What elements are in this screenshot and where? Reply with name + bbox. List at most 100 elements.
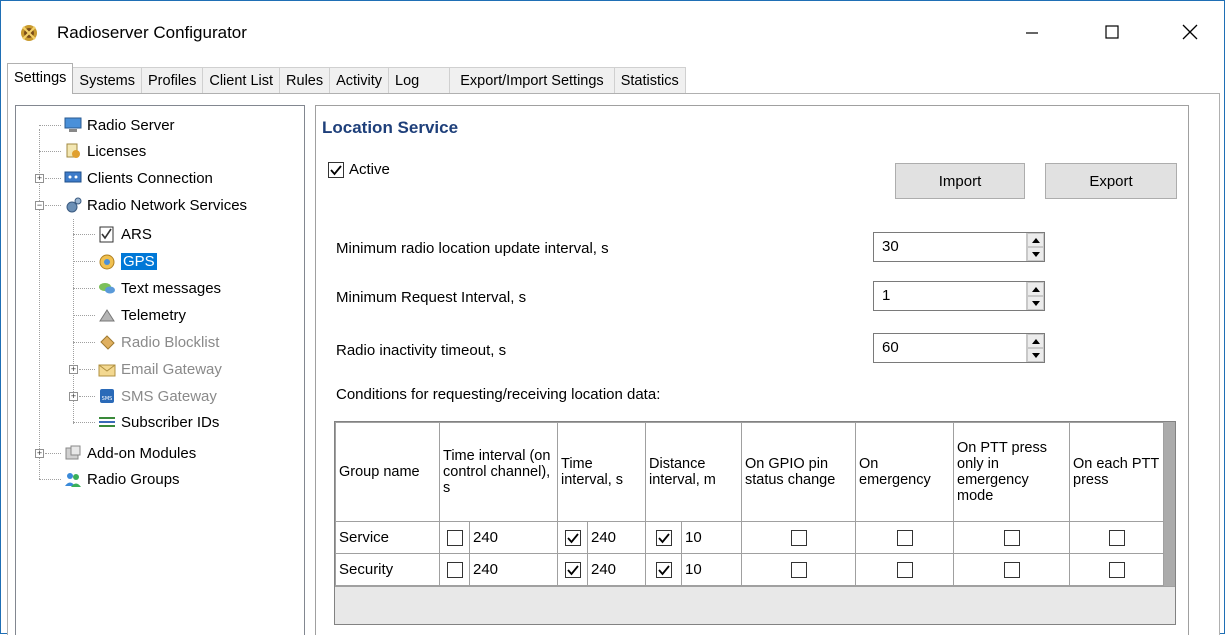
checkbox-unchecked[interactable] — [1003, 562, 1020, 579]
tree-item-licenses[interactable]: Licenses — [63, 140, 146, 162]
increment-button[interactable] — [1027, 334, 1044, 348]
subscriber-list-icon — [99, 417, 115, 427]
radio-inactivity-timeout-stepper[interactable]: 60 — [873, 333, 1045, 363]
tab-rules[interactable]: Rules — [279, 67, 331, 94]
cell-cc-value[interactable]: 240 — [469, 521, 558, 554]
min-request-interval-stepper[interactable]: 1 — [873, 281, 1045, 311]
table-row[interactable]: Security 240 240 10 — [335, 553, 1164, 586]
tree-line — [73, 315, 95, 316]
cell-di-check[interactable] — [645, 553, 682, 586]
checkbox-unchecked[interactable] — [1108, 530, 1125, 547]
stepper-value[interactable]: 30 — [882, 238, 899, 255]
checkbox-checked[interactable] — [564, 530, 581, 547]
col-header-on-emergency[interactable]: On emergency — [855, 422, 954, 522]
tab-statistics[interactable]: Statistics — [613, 67, 686, 94]
col-header-group-name[interactable]: Group name — [335, 422, 440, 522]
cell-di-value[interactable]: 10 — [681, 521, 742, 554]
checkbox-checked[interactable] — [655, 562, 672, 579]
expand-add-on-modules[interactable]: + — [35, 449, 44, 458]
cell-ptt-each[interactable] — [1069, 521, 1164, 554]
cell-ti-check[interactable] — [557, 521, 588, 554]
cell-di-check[interactable] — [645, 521, 682, 554]
tab-client-list[interactable]: Client List — [202, 67, 281, 94]
expand-email-gateway[interactable]: + — [69, 365, 78, 374]
stepper-value[interactable]: 60 — [882, 339, 899, 356]
cell-emergency[interactable] — [855, 521, 954, 554]
col-header-distance-interval[interactable]: Distance interval, m — [645, 422, 742, 522]
tree-item-gps[interactable]: GPS — [97, 250, 158, 272]
maximize-button[interactable] — [1085, 11, 1139, 53]
decrement-button[interactable] — [1027, 348, 1044, 362]
stepper-arrows — [1026, 233, 1044, 261]
license-key-icon — [66, 143, 80, 158]
increment-button[interactable] — [1027, 233, 1044, 247]
tree-item-add-on-modules[interactable]: Add-on Modules — [63, 442, 196, 464]
checkbox-unchecked[interactable] — [1108, 562, 1125, 579]
decrement-button[interactable] — [1027, 247, 1044, 261]
cell-ptt-emergency[interactable] — [953, 553, 1070, 586]
tab-export-import-settings[interactable]: Export/Import Settings — [449, 67, 615, 94]
cell-cc-check[interactable] — [439, 521, 470, 554]
checkbox-checked[interactable] — [655, 530, 672, 547]
minimize-button[interactable] — [1005, 11, 1059, 53]
checkbox-unchecked[interactable] — [896, 562, 913, 579]
tab-systems[interactable]: Systems — [72, 67, 142, 94]
import-button[interactable]: Import — [895, 163, 1025, 199]
checkbox-unchecked[interactable] — [1003, 530, 1020, 547]
expand-clients-connection[interactable]: + — [35, 174, 44, 183]
cell-emergency[interactable] — [855, 553, 954, 586]
checkbox-unchecked[interactable] — [896, 530, 913, 547]
table-row[interactable]: Service 240 240 10 — [335, 521, 1164, 554]
tree-item-sms-gateway[interactable]: SMS SMS Gateway — [97, 385, 217, 407]
tree-item-label: GPS — [120, 251, 158, 271]
tab-settings[interactable]: Settings — [7, 63, 74, 94]
tree-item-radio-groups[interactable]: Radio Groups — [63, 468, 180, 490]
tab-activity[interactable]: Activity — [329, 67, 390, 94]
cell-group-name[interactable]: Security — [335, 553, 440, 586]
cell-group-name[interactable]: Service — [335, 521, 440, 554]
cell-cc-check[interactable] — [439, 553, 470, 586]
cell-ptt-emergency[interactable] — [953, 521, 1070, 554]
checkbox-unchecked[interactable] — [790, 562, 807, 579]
tree-item-radio-server[interactable]: Radio Server — [63, 114, 175, 136]
tab-profiles[interactable]: Profiles — [141, 67, 204, 94]
tree-item-telemetry[interactable]: Telemetry — [97, 304, 186, 326]
cell-gpio[interactable] — [741, 521, 856, 554]
tab-log[interactable]: Log — [388, 67, 451, 94]
tree-item-email-gateway[interactable]: Email Gateway — [97, 358, 222, 380]
close-button[interactable] — [1163, 11, 1217, 53]
cell-ti-check[interactable] — [557, 553, 588, 586]
checkbox-unchecked[interactable] — [446, 562, 463, 579]
col-header-time-interval-control-channel[interactable]: Time interval (on control channel), s — [439, 422, 558, 522]
tree-item-radio-blocklist[interactable]: Radio Blocklist — [97, 331, 219, 353]
tree-item-text-messages[interactable]: Text messages — [97, 277, 221, 299]
cell-ptt-each[interactable] — [1069, 553, 1164, 586]
col-header-time-interval[interactable]: Time interval, s — [557, 422, 646, 522]
cell-gpio[interactable] — [741, 553, 856, 586]
modules-icon — [65, 445, 81, 460]
increment-button[interactable] — [1027, 282, 1044, 296]
col-header-each-ptt[interactable]: On each PTT press — [1069, 422, 1164, 522]
tree-item-radio-network-services[interactable]: Radio Network Services — [63, 194, 247, 216]
cell-di-value[interactable]: 10 — [681, 553, 742, 586]
table-header-row: Group name Time interval (on control cha… — [335, 422, 1164, 522]
user-group-icon — [65, 473, 81, 487]
expand-sms-gateway[interactable]: + — [69, 392, 78, 401]
cell-ti-value[interactable]: 240 — [587, 553, 646, 586]
cell-cc-value[interactable]: 240 — [469, 553, 558, 586]
stepper-value[interactable]: 1 — [882, 287, 890, 304]
col-header-gpio-pin-status[interactable]: On GPIO pin status change — [741, 422, 856, 522]
decrement-button[interactable] — [1027, 296, 1044, 310]
col-header-ptt-emergency[interactable]: On PTT press only in emergency mode — [953, 422, 1070, 522]
export-button[interactable]: Export — [1045, 163, 1177, 199]
active-checkbox[interactable] — [328, 162, 344, 178]
checkbox-unchecked[interactable] — [446, 530, 463, 547]
checkbox-unchecked[interactable] — [790, 530, 807, 547]
tree-item-ars[interactable]: ARS — [97, 223, 152, 245]
cell-ti-value[interactable]: 240 — [587, 521, 646, 554]
min-update-interval-stepper[interactable]: 30 — [873, 232, 1045, 262]
checkbox-checked[interactable] — [564, 562, 581, 579]
tree-item-subscriber-ids[interactable]: Subscriber IDs — [97, 411, 219, 433]
collapse-radio-network-services[interactable]: − — [35, 201, 44, 210]
tree-item-clients-connection[interactable]: Clients Connection — [63, 167, 213, 189]
